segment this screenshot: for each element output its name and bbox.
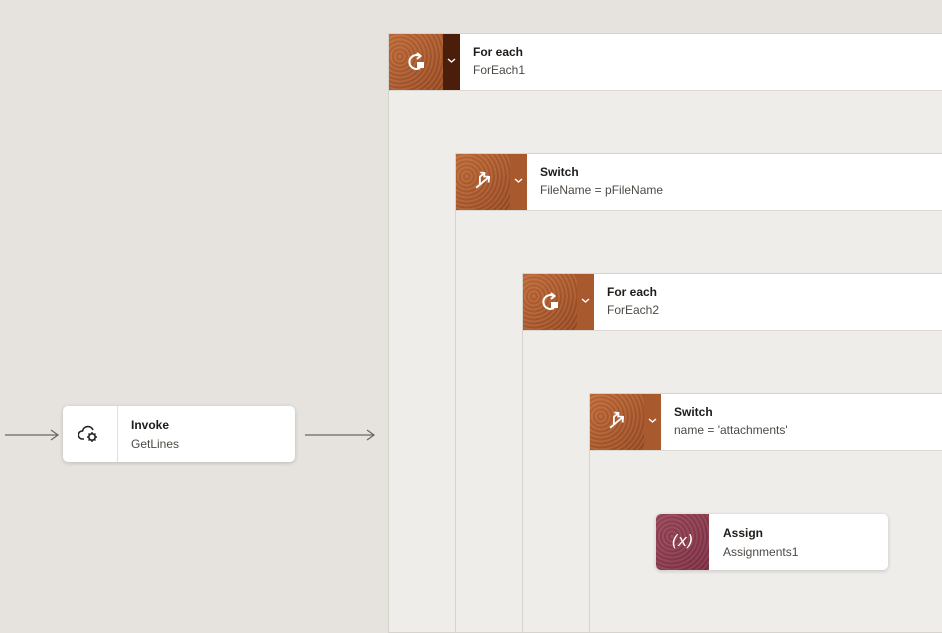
switch2-container[interactable]: Switch name = 'attachments' (x) Assign A…: [589, 393, 942, 633]
incoming-arrow: [5, 429, 60, 441]
foreach1-subtitle: ForEach1: [473, 63, 526, 77]
assign-icon-tile: (x): [656, 514, 709, 570]
chevron-down-icon: [514, 178, 523, 183]
invoke-node[interactable]: Invoke GetLines: [63, 406, 295, 462]
foreach2-container[interactable]: For each ForEach2 Switch name = 'attachm…: [522, 273, 942, 633]
switch-icon: [475, 171, 491, 189]
switch2-header[interactable]: Switch name = 'attachments': [590, 394, 942, 451]
loop-icon: [408, 52, 424, 70]
foreach2-subtitle: ForEach2: [607, 303, 660, 317]
chevron-down-icon: [447, 58, 456, 63]
switch-icon: [609, 411, 625, 429]
foreach1-menu-toggle[interactable]: [443, 34, 460, 90]
switch1-icon-tile: [456, 154, 510, 210]
switch2-icon-tile: [590, 394, 644, 450]
cloud-gear-icon: [78, 425, 97, 442]
switch1-menu-toggle[interactable]: [510, 154, 527, 210]
foreach2-header[interactable]: For each ForEach2: [523, 274, 942, 331]
foreach1-title: For each: [473, 45, 524, 59]
assign-subtitle: Assignments1: [723, 545, 799, 559]
switch2-menu-toggle[interactable]: [644, 394, 661, 450]
switch2-subtitle: name = 'attachments': [674, 423, 788, 437]
connector-arrow: [305, 429, 376, 441]
switch1-header[interactable]: Switch FileName = pFileName: [456, 154, 942, 211]
foreach2-title: For each: [607, 285, 658, 299]
switch2-title: Switch: [674, 405, 713, 419]
invoke-subtitle: GetLines: [131, 437, 180, 451]
foreach2-menu-toggle[interactable]: [577, 274, 594, 330]
assign-node[interactable]: (x) Assign Assignments1: [656, 514, 888, 570]
assign-title: Assign: [723, 526, 764, 540]
foreach2-icon-tile: [523, 274, 577, 330]
chevron-down-icon: [648, 418, 657, 423]
foreach1-icon-tile: [389, 34, 443, 90]
switch1-subtitle: FileName = pFileName: [540, 183, 664, 197]
loop-icon: [542, 292, 558, 310]
switch1-container[interactable]: Switch FileName = pFileName For each For…: [455, 153, 942, 633]
foreach1-header[interactable]: For each ForEach1: [389, 34, 942, 91]
foreach1-container[interactable]: For each ForEach1 Switch FileName = pFil…: [388, 33, 942, 633]
invoke-title: Invoke: [131, 418, 170, 432]
integration-canvas[interactable]: Invoke GetLines For each ForEach1 Switch…: [5, 2, 942, 633]
chevron-down-icon: [581, 298, 590, 303]
variable-icon: (x): [671, 531, 694, 550]
switch1-title: Switch: [540, 165, 579, 179]
